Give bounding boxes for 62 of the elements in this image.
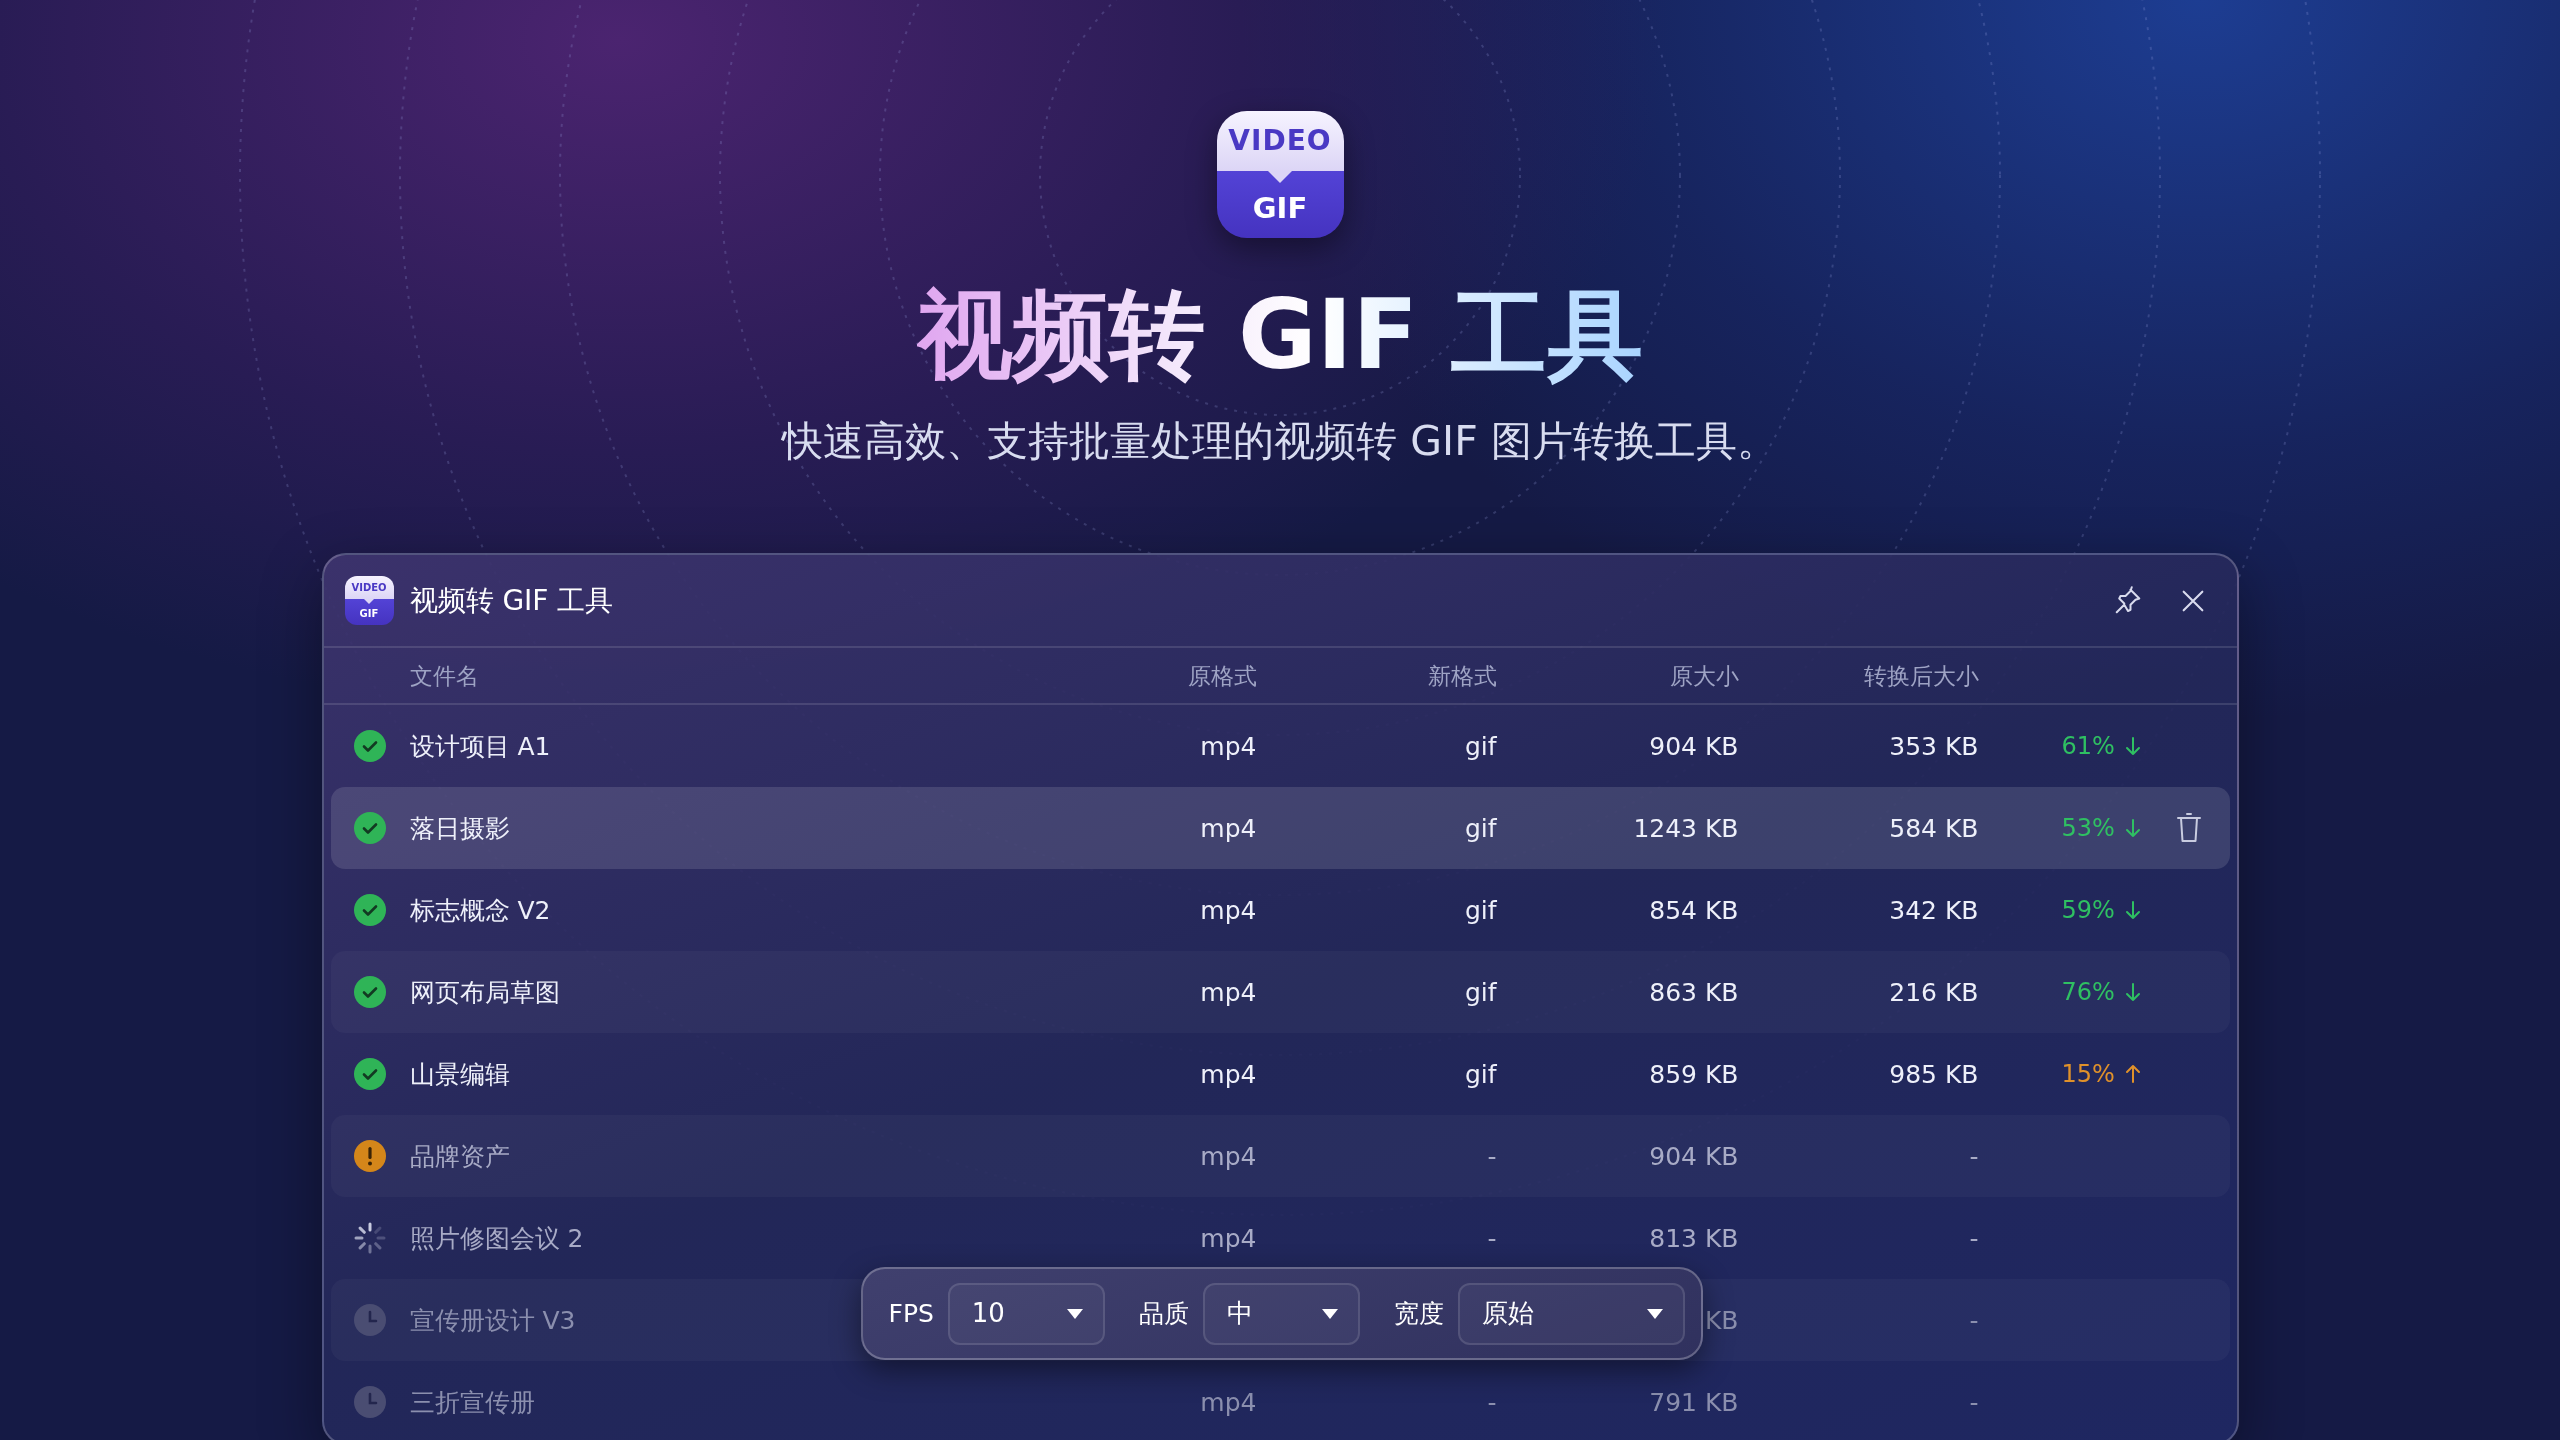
table-cell: 854 KB	[1649, 895, 1739, 925]
file-name: 三折宣传册	[409, 1387, 535, 1417]
table-cell: 791 KB	[1649, 1387, 1739, 1417]
table-cell: gif	[1464, 895, 1497, 925]
table-cell: 863 KB	[1649, 977, 1739, 1007]
file-name: 照片修图会议 2	[409, 1223, 584, 1253]
table-cell: 1243 KB	[1633, 813, 1739, 843]
column-header: 文件名	[409, 662, 479, 689]
field-label: 宽度	[1394, 1298, 1445, 1331]
table-cell: -	[1969, 1387, 1979, 1417]
size-change: 15%	[2061, 1059, 2115, 1091]
file-name: 标志概念 V2	[409, 895, 551, 925]
column-header: 原格式	[1187, 662, 1257, 689]
logo-text: VIDEO	[1216, 111, 1344, 171]
field-label: FPS	[888, 1298, 934, 1331]
table-cell: 342 KB	[1889, 895, 1979, 925]
field-label: 品质	[1139, 1298, 1190, 1331]
file-name: 山景编辑	[409, 1059, 510, 1089]
table-cell: gif	[1464, 977, 1497, 1007]
table-cell: 353 KB	[1889, 731, 1979, 761]
table-cell: mp4	[1200, 1141, 1257, 1171]
table-cell: 985 KB	[1889, 1059, 1979, 1089]
table-cell: mp4	[1200, 1223, 1257, 1253]
size-change: 61%	[2061, 731, 2115, 763]
table-cell: mp4	[1200, 895, 1257, 925]
table-cell: 859 KB	[1649, 1059, 1739, 1089]
hero-subtitle: 快速高效、支持批量处理的视频转 GIF 图片转换工具。	[782, 416, 1778, 468]
file-name: 品牌资产	[409, 1141, 510, 1171]
table-cell: 904 KB	[1649, 1141, 1739, 1171]
table-cell: -	[1487, 1387, 1497, 1417]
window-title: 视频转 GIF 工具	[409, 583, 614, 619]
table-cell: -	[1487, 1141, 1497, 1171]
file-name: 网页布局草图	[409, 977, 560, 1007]
table-cell: -	[1487, 1223, 1497, 1253]
table-cell: mp4	[1200, 1387, 1257, 1417]
table-cell: 216 KB	[1889, 977, 1979, 1007]
table-cell: 904 KB	[1649, 731, 1739, 761]
table-cell: mp4	[1200, 977, 1257, 1007]
table-cell: mp4	[1200, 813, 1257, 843]
table-cell: KB	[1704, 1305, 1739, 1335]
table-cell: gif	[1464, 1059, 1497, 1089]
table-cell: gif	[1464, 731, 1497, 761]
logo-text: GIF	[344, 599, 394, 626]
file-name: 宣传册设计 V3	[409, 1305, 576, 1335]
logo-text: VIDEO	[344, 576, 394, 600]
table-cell: -	[1969, 1305, 1979, 1335]
file-name: 落日摄影	[409, 813, 510, 843]
table-cell: -	[1969, 1223, 1979, 1253]
column-header: 新格式	[1427, 662, 1497, 689]
size-change: 53%	[2061, 813, 2115, 845]
file-name: 设计项目 A1	[409, 731, 551, 761]
table-cell: gif	[1464, 813, 1497, 843]
logo-text: GIF	[1216, 171, 1344, 238]
table-cell: 584 KB	[1889, 813, 1979, 843]
table-cell: -	[1969, 1141, 1979, 1171]
table-cell: 813 KB	[1649, 1223, 1739, 1253]
column-header: 原大小	[1669, 662, 1739, 689]
table-cell: mp4	[1200, 1059, 1257, 1089]
table-cell: mp4	[1200, 731, 1257, 761]
size-change: 76%	[2061, 977, 2115, 1009]
column-header: 转换后大小	[1863, 662, 1979, 689]
size-change: 59%	[2061, 895, 2115, 927]
